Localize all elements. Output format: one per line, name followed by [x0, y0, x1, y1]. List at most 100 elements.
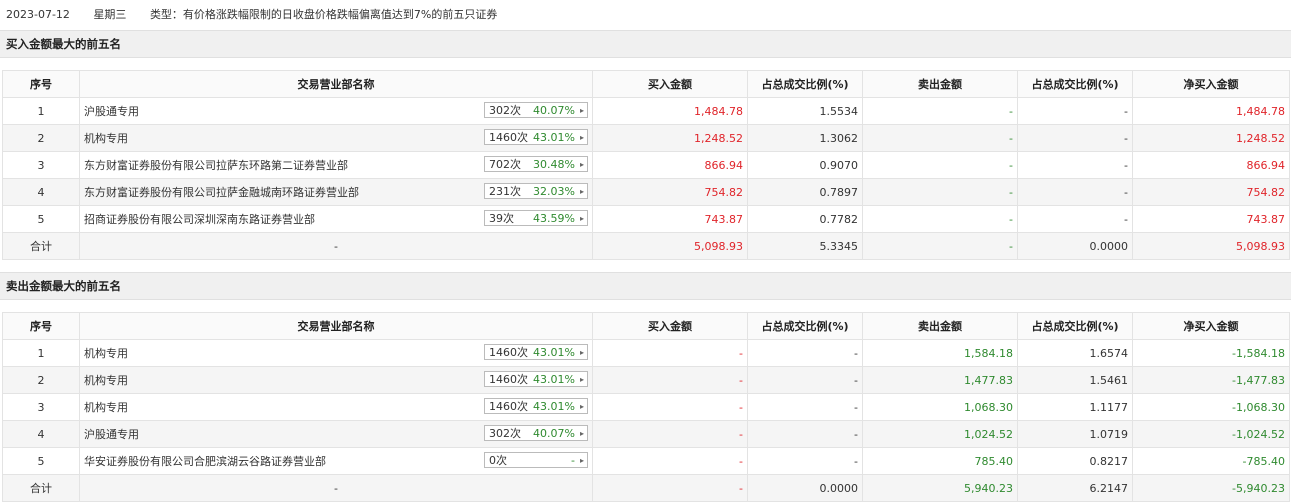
- sell-amount: 1,068.30: [862, 393, 1018, 421]
- branch-stat-dropdown[interactable]: 0次 - ▸: [484, 452, 588, 468]
- buy-amount: -: [592, 420, 748, 448]
- row-index: 1: [2, 339, 80, 367]
- buy-ratio: 1.5534: [747, 97, 863, 125]
- net-buy-amount: 1,248.52: [1132, 124, 1290, 152]
- table-row: 5 华安证券股份有限公司合肥滨湖云谷路证券营业部 0次 - ▸ - -785.40 0.821…: [2, 447, 1290, 475]
- net-buy-amount: 1,484.78: [1132, 97, 1290, 125]
- branch-name-link[interactable]: 沪股通专用: [84, 103, 139, 119]
- branch-win-rate: 43.01%: [533, 346, 575, 359]
- row-index: 1: [2, 97, 80, 125]
- col-buy-amount: 买入金额: [592, 70, 748, 98]
- sell-amount: -: [862, 124, 1018, 152]
- sell-ratio: 1.5461: [1017, 366, 1133, 394]
- net-buy-amount: -785.40: [1132, 447, 1290, 475]
- branch-stat-dropdown[interactable]: 702次 30.48% ▸: [484, 156, 588, 172]
- total-sell-ratio: 0.0000: [1017, 232, 1133, 260]
- col-sell-ratio: 占总成交比例(%): [1017, 312, 1133, 340]
- branch-name-cell: 机构专用 1460次 43.01% ▸: [79, 393, 593, 421]
- branch-name-link[interactable]: 机构专用: [84, 345, 128, 361]
- row-index: 5: [2, 447, 80, 475]
- col-sell-ratio: 占总成交比例(%): [1017, 70, 1133, 98]
- total-sell-ratio: 6.2147: [1017, 474, 1133, 502]
- branch-name-link[interactable]: 东方财富证券股份有限公司拉萨东环路第二证券营业部: [84, 157, 348, 173]
- branch-name-link[interactable]: 东方财富证券股份有限公司拉萨金融城南环路证券营业部: [84, 184, 359, 200]
- trade-date: 2023-07-12: [6, 8, 70, 21]
- table-row: 1 沪股通专用 302次 40.07% ▸ 1,484.78 1.5534- -1,484.7…: [2, 97, 1290, 125]
- branch-win-rate: 40.07%: [533, 427, 575, 440]
- col-buy-ratio: 占总成交比例(%): [747, 312, 863, 340]
- total-buy-amount: 5,098.93: [592, 232, 748, 260]
- branch-name-link[interactable]: 华安证券股份有限公司合肥滨湖云谷路证券营业部: [84, 453, 326, 469]
- net-buy-amount: -1,024.52: [1132, 420, 1290, 448]
- branch-name-link[interactable]: 机构专用: [84, 130, 128, 146]
- table-row: 2 机构专用 1460次 43.01% ▸ 1,248.52 1.3062- -1,248.5…: [2, 124, 1290, 152]
- weekday: 星期三: [93, 8, 127, 21]
- col-net-buy: 净买入金额: [1132, 312, 1290, 340]
- total-sell-amount: 5,940.23: [862, 474, 1018, 502]
- net-buy-amount: 866.94: [1132, 151, 1290, 179]
- buy-ratio: -: [747, 393, 863, 421]
- sell-ratio: -: [1017, 178, 1133, 206]
- total-branch: -: [79, 474, 593, 502]
- branch-stat-dropdown[interactable]: 1460次 43.01% ▸: [484, 398, 588, 414]
- buy-ratio: 0.9070: [747, 151, 863, 179]
- branch-name-cell: 招商证券股份有限公司深圳深南东路证券营业部 39次 43.59% ▸: [79, 205, 593, 233]
- buy-amount: -: [592, 447, 748, 475]
- branch-name-cell: 沪股通专用 302次 40.07% ▸: [79, 420, 593, 448]
- branch-stat-dropdown[interactable]: 1460次 43.01% ▸: [484, 371, 588, 387]
- branch-stat-dropdown[interactable]: 231次 32.03% ▸: [484, 183, 588, 199]
- col-branch-name: 交易营业部名称: [79, 70, 593, 98]
- net-buy-amount: -1,477.83: [1132, 366, 1290, 394]
- buy-amount: 1,248.52: [592, 124, 748, 152]
- total-branch: -: [79, 232, 593, 260]
- net-buy-amount: -1,068.30: [1132, 393, 1290, 421]
- branch-trade-count: 302次: [489, 427, 521, 440]
- branch-name-cell: 机构专用 1460次 43.01% ▸: [79, 124, 593, 152]
- branch-stat-dropdown[interactable]: 1460次 43.01% ▸: [484, 129, 588, 145]
- chevron-right-icon: ▸: [579, 429, 584, 438]
- total-net-buy: -5,940.23: [1132, 474, 1290, 502]
- branch-name-link[interactable]: 机构专用: [84, 399, 128, 415]
- col-index: 序号: [2, 70, 80, 98]
- total-net-buy: 5,098.93: [1132, 232, 1290, 260]
- branch-trade-count: 702次: [489, 158, 521, 171]
- buy-table-header: 序号 交易营业部名称 买入金额 占总成交比例(%) 卖出金额 占总成交比例(%)…: [2, 70, 1290, 98]
- total-buy-amount: -: [592, 474, 748, 502]
- branch-name-link[interactable]: 机构专用: [84, 372, 128, 388]
- branch-trade-count: 231次: [489, 185, 521, 198]
- branch-win-rate: 43.59%: [533, 212, 575, 225]
- table-row: 4 沪股通专用 302次 40.07% ▸ - -1,024.52 1.0719 -1,024.…: [2, 420, 1290, 448]
- sell-ratio: 1.0719: [1017, 420, 1133, 448]
- branch-win-rate: 32.03%: [533, 185, 575, 198]
- branch-stat-dropdown[interactable]: 302次 40.07% ▸: [484, 102, 588, 118]
- branch-stat-dropdown[interactable]: 1460次 43.01% ▸: [484, 344, 588, 360]
- sell-table: 序号 交易营业部名称 买入金额 占总成交比例(%) 卖出金额 占总成交比例(%)…: [2, 312, 1290, 502]
- table-row: 4 东方财富证券股份有限公司拉萨金融城南环路证券营业部 231次 32.03% ▸ 754…: [2, 178, 1290, 206]
- buy-ratio: 0.7782: [747, 205, 863, 233]
- buy-amount: -: [592, 393, 748, 421]
- sell-amount: 1,024.52: [862, 420, 1018, 448]
- row-index: 3: [2, 393, 80, 421]
- branch-name-link[interactable]: 沪股通专用: [84, 426, 139, 442]
- branch-trade-count: 39次: [489, 212, 514, 225]
- row-index: 5: [2, 205, 80, 233]
- branch-name-link[interactable]: 招商证券股份有限公司深圳深南东路证券营业部: [84, 211, 315, 227]
- sell-amount: 785.40: [862, 447, 1018, 475]
- sell-amount: -: [862, 205, 1018, 233]
- sell-amount: -: [862, 178, 1018, 206]
- buy-section-title: 买入金额最大的前五名: [0, 30, 1291, 58]
- branch-stat-dropdown[interactable]: 39次 43.59% ▸: [484, 210, 588, 226]
- table-row: 2 机构专用 1460次 43.01% ▸ - -1,477.83 1.5461 -1,477.…: [2, 366, 1290, 394]
- sell-amount: 1,477.83: [862, 366, 1018, 394]
- branch-name-cell: 机构专用 1460次 43.01% ▸: [79, 366, 593, 394]
- row-index: 4: [2, 178, 80, 206]
- buy-ratio: -: [747, 339, 863, 367]
- buy-ratio: -: [747, 420, 863, 448]
- branch-stat-dropdown[interactable]: 302次 40.07% ▸: [484, 425, 588, 441]
- total-label: 合计: [2, 232, 80, 260]
- net-buy-amount: 743.87: [1132, 205, 1290, 233]
- branch-trade-count: 1460次: [489, 400, 528, 413]
- branch-name-cell: 沪股通专用 302次 40.07% ▸: [79, 97, 593, 125]
- net-buy-amount: 754.82: [1132, 178, 1290, 206]
- chevron-right-icon: ▸: [579, 187, 584, 196]
